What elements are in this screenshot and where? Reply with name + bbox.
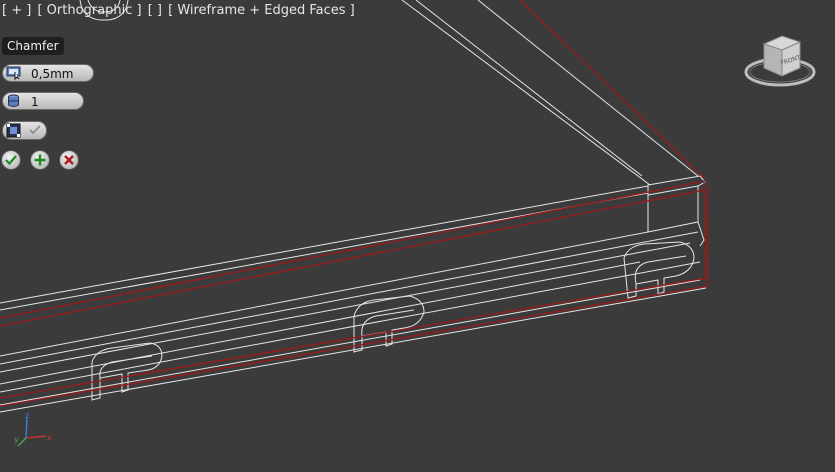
viewport-label[interactable]: [ + ] [ Orthographic ] [ ] [ Wireframe +… <box>2 3 357 18</box>
chamfer-amount-spinner[interactable]: 0,5mm <box>2 64 94 82</box>
red-edge-4 <box>0 285 709 407</box>
wire-diag-2 <box>415 0 643 177</box>
viewcube[interactable]: FRONT <box>742 30 818 94</box>
check-icon <box>29 125 41 135</box>
red-edge-3 <box>0 277 707 399</box>
wire-edge-top-1 <box>0 185 649 304</box>
wire-edge-bottom-2 <box>0 287 707 413</box>
chamfer-amount-icon <box>6 66 21 80</box>
wire-edge-low-3 <box>0 261 701 393</box>
axis-tripod: x z y <box>14 412 52 447</box>
wire-edge-mid-1 <box>0 231 649 357</box>
apply-button[interactable] <box>30 150 50 170</box>
segments-value[interactable]: 1 <box>31 93 39 111</box>
axis-y-label: y <box>14 435 19 444</box>
open-chamfer-toggle[interactable] <box>2 121 47 140</box>
wire-corner-block <box>647 175 706 196</box>
caddy-title: Chamfer <box>2 37 64 55</box>
viewport-shading-menu[interactable]: [ Wireframe + Edged Faces ] <box>168 3 355 18</box>
viewport-view-menu[interactable]: [ Orthographic ] <box>37 3 141 18</box>
wire-edge-low-2 <box>0 261 641 385</box>
viewport-plus-menu[interactable]: [ + ] <box>2 3 31 18</box>
cancel-button[interactable] <box>59 150 79 170</box>
red-vert-1 <box>703 179 707 279</box>
ok-check-icon <box>5 155 17 166</box>
red-edge-2 <box>0 189 705 327</box>
axis-x-label: x <box>47 433 52 442</box>
chamfer-amount-value[interactable]: 0,5mm <box>31 65 73 83</box>
wire-edge-bottom-1 <box>0 279 701 406</box>
ok-button[interactable] <box>1 150 21 170</box>
wire-diag-1 <box>401 0 651 186</box>
wireframe-scene[interactable] <box>0 0 835 472</box>
viewport-extra-menu[interactable]: [ ] <box>148 3 162 18</box>
open-chamfer-icon <box>6 123 21 138</box>
wire-clip-1-inner <box>99 355 153 379</box>
wire-clip-1 <box>91 342 163 401</box>
segments-spinner[interactable]: 1 <box>2 92 84 110</box>
wire-clip-3-inner <box>634 255 687 285</box>
axis-z-label: z <box>25 412 29 420</box>
viewport[interactable]: [ + ] [ Orthographic ] [ ] [ Wireframe +… <box>0 0 835 472</box>
red-diag <box>519 0 705 179</box>
apply-plus-icon <box>34 154 46 166</box>
cancel-x-icon <box>64 155 74 165</box>
segments-icon <box>8 94 19 107</box>
wire-edge-low-1 <box>0 242 691 373</box>
wire-diag-3 <box>477 0 699 177</box>
